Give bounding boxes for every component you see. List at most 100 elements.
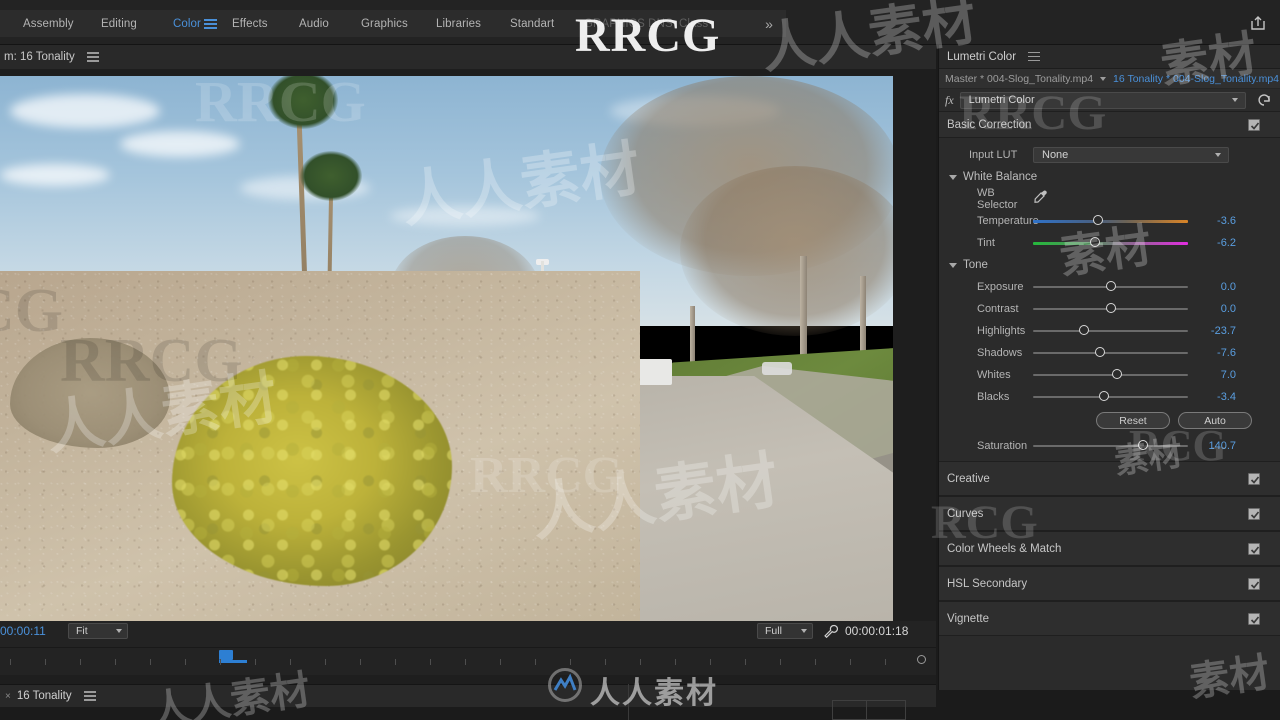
blacks-track[interactable]	[1033, 396, 1188, 398]
section-enable-checkbox[interactable]	[1248, 577, 1260, 590]
chevron-down-icon[interactable]	[1100, 76, 1107, 81]
highlights-track[interactable]	[1033, 330, 1188, 332]
timeline-tab-label[interactable]: 16 Tonality	[17, 690, 72, 702]
workspace-tab-assembly[interactable]: Assembly	[19, 18, 78, 30]
reset-button[interactable]: Reset	[1096, 412, 1170, 429]
close-icon[interactable]: ×	[5, 691, 11, 702]
wb-selector-row: WB Selector	[939, 187, 1280, 211]
saturation-track[interactable]	[1033, 445, 1188, 447]
tint-track[interactable]	[1033, 241, 1188, 245]
blacks-value[interactable]: -3.4	[1194, 391, 1236, 403]
workspace-tab-graphics[interactable]: Graphics	[357, 18, 412, 30]
workspace-tab-editing[interactable]: Editing	[97, 18, 141, 30]
contrast-knob[interactable]	[1105, 303, 1116, 313]
scrubber-end-handle[interactable]	[917, 655, 926, 664]
timeline-tabbar: × 16 Tonality	[0, 685, 936, 707]
workspace-tab-class[interactable]: Class	[675, 18, 712, 30]
section-header-vignette[interactable]: Vignette	[939, 601, 1280, 636]
eyedropper-icon[interactable]	[1033, 189, 1048, 209]
section-enable-checkbox[interactable]	[1248, 472, 1260, 485]
saturation-value[interactable]: 140.7	[1194, 440, 1236, 452]
workspace-tab-effects[interactable]: Effects	[228, 18, 272, 30]
workspace-tab-standart[interactable]: Standart	[506, 18, 558, 30]
saturation-knob[interactable]	[1138, 440, 1149, 450]
workspace-tab-strip[interactable]: Assembly Editing Color Effects Audio Graphics…	[0, 10, 752, 37]
program-monitor-tab[interactable]: m: 16 Tonality	[0, 51, 75, 63]
workspace-tab-libraries[interactable]: Libraries	[432, 18, 485, 30]
panel-menu-icon[interactable]	[83, 691, 96, 701]
section-header-basic-correction[interactable]: Basic Correction	[939, 111, 1280, 138]
effect-select[interactable]: Lumetri Color	[959, 91, 1246, 109]
selected-clip-label[interactable]: 16 Tonality * 004-Slog_Tonality.mp4	[1113, 73, 1279, 85]
section-enable-checkbox[interactable]	[1248, 542, 1260, 555]
input-lut-select[interactable]: None	[1033, 147, 1229, 163]
shadows-row: Shadows -7.6	[939, 342, 1280, 364]
panel-menu-icon[interactable]	[1028, 51, 1041, 62]
scrubber-tick	[640, 659, 641, 665]
whites-value[interactable]: 7.0	[1194, 369, 1236, 381]
duration-timecode[interactable]: 00:00:01:18	[845, 624, 908, 638]
playback-resolution-select[interactable]: Full	[757, 623, 813, 639]
temperature-knob[interactable]	[1093, 215, 1104, 225]
reset-arrow-icon[interactable]	[1256, 91, 1274, 109]
section-enable-checkbox[interactable]	[1248, 507, 1260, 520]
section-header-creative[interactable]: Creative	[939, 461, 1280, 496]
tint-knob[interactable]	[1090, 237, 1100, 247]
whites-knob[interactable]	[1111, 369, 1122, 379]
program-scrubber[interactable]	[0, 647, 936, 669]
highlights-value[interactable]: -23.7	[1194, 325, 1236, 337]
auto-button[interactable]: Auto	[1178, 412, 1252, 429]
lumetri-panel-tab[interactable]: Lumetri Color	[947, 51, 1016, 63]
timeline-body[interactable]	[0, 707, 936, 720]
section-enable-checkbox[interactable]	[1248, 118, 1260, 131]
tint-label: Tint	[977, 237, 995, 249]
section-header-hsl-secondary[interactable]: HSL Secondary	[939, 566, 1280, 601]
tint-value[interactable]: -6.2	[1194, 237, 1236, 249]
section-enable-checkbox[interactable]	[1248, 612, 1260, 625]
temperature-track[interactable]	[1033, 219, 1188, 223]
blacks-slider[interactable]	[1033, 387, 1188, 407]
shadows-slider[interactable]	[1033, 343, 1188, 363]
temperature-slider[interactable]	[1033, 211, 1188, 231]
program-monitor-video[interactable]: RRCG CG RRCG RRCG 人人素材 人人素材 人人素材	[0, 76, 893, 621]
workspace-menu-icon[interactable]	[204, 18, 217, 29]
workspace-tab-color[interactable]: Color	[169, 18, 205, 30]
highlights-slider[interactable]	[1033, 321, 1188, 341]
shadows-knob[interactable]	[1094, 347, 1105, 357]
workspace-tab-graphics-dns[interactable]: GRAPHICS DNS	[580, 18, 677, 30]
white-balance-group-header[interactable]: White Balance	[939, 166, 1280, 188]
contrast-value[interactable]: 0.0	[1194, 303, 1236, 315]
whites-label: Whites	[977, 369, 1011, 381]
exposure-slider[interactable]	[1033, 277, 1188, 297]
playhead-marker[interactable]	[219, 650, 233, 660]
master-clip-label[interactable]: Master * 004-Slog_Tonality.mp4	[945, 73, 1093, 85]
section-header-curves[interactable]: Curves	[939, 496, 1280, 531]
blacks-knob[interactable]	[1099, 391, 1110, 401]
panel-menu-icon[interactable]	[86, 52, 99, 62]
workspace-tab-audio[interactable]: Audio	[295, 18, 333, 30]
whites-track[interactable]	[1033, 374, 1188, 376]
shadows-value[interactable]: -7.6	[1194, 347, 1236, 359]
saturation-slider[interactable]	[1033, 436, 1188, 456]
workspace-overflow-button[interactable]: »	[752, 10, 786, 37]
chevron-down-icon[interactable]	[949, 261, 958, 270]
exposure-label: Exposure	[977, 281, 1024, 293]
playhead-bar[interactable]	[219, 660, 247, 663]
tint-slider[interactable]	[1033, 233, 1188, 253]
timeline-panel: × 16 Tonality	[0, 684, 936, 720]
contrast-slider[interactable]	[1033, 299, 1188, 319]
whites-slider[interactable]	[1033, 365, 1188, 385]
current-timecode[interactable]: 00:00:11	[0, 624, 46, 638]
exposure-value[interactable]: 0.0	[1194, 281, 1236, 293]
chevron-down-icon[interactable]	[949, 173, 958, 182]
zoom-level-select[interactable]: Fit	[68, 623, 128, 639]
shadows-track[interactable]	[1033, 352, 1188, 354]
highlights-knob[interactable]	[1079, 325, 1090, 335]
exposure-knob[interactable]	[1105, 281, 1116, 291]
playback-resolution-value: Full	[765, 625, 782, 637]
wrench-icon[interactable]	[823, 624, 839, 644]
tone-group-header[interactable]: Tone	[939, 254, 1280, 276]
export-share-icon[interactable]	[1246, 11, 1270, 35]
section-header-color-wheels-match[interactable]: Color Wheels & Match	[939, 531, 1280, 566]
temperature-value[interactable]: -3.6	[1194, 215, 1236, 227]
